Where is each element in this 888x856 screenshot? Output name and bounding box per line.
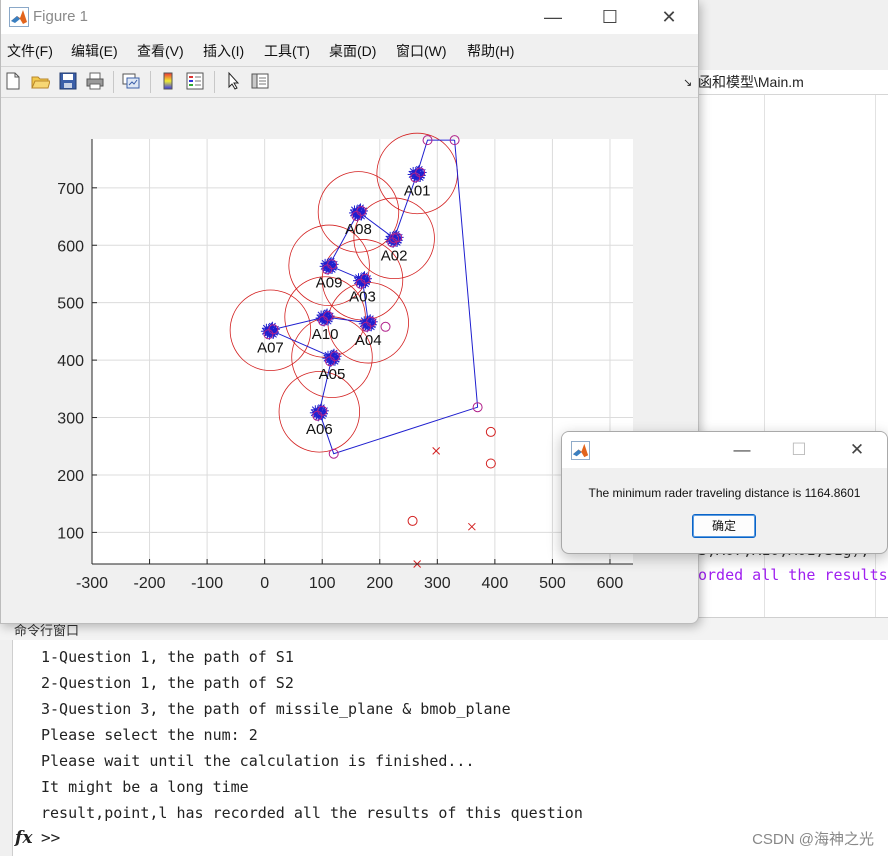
x-tick-label: 600 — [597, 575, 624, 592]
menu-edit[interactable]: 编辑(E) — [71, 41, 118, 61]
close-button[interactable]: ✕ — [647, 4, 691, 30]
dialog-minimize-button[interactable]: — — [722, 438, 762, 462]
dialog-maximize-button: ☐ — [791, 440, 807, 459]
minimize-button[interactable]: — — [531, 4, 575, 30]
editor-path-text: 函和模型\Main.m — [698, 74, 804, 90]
command-output-line: Please select the num: 2 — [41, 726, 258, 744]
plot-background — [92, 139, 633, 564]
x-tick-label: 200 — [366, 575, 393, 592]
edit-plot-arrow-icon[interactable] — [223, 71, 243, 91]
new-figure-icon[interactable] — [3, 71, 23, 91]
x-tick-label: 300 — [424, 575, 451, 592]
menu-file[interactable]: 文件(F) — [7, 41, 53, 61]
result-dialog: — ☐ ✕ The minimum rader traveling distan… — [561, 431, 888, 554]
dialog-message: The minimum rader traveling distance is … — [588, 486, 861, 500]
x-tick-label: 0 — [260, 575, 269, 592]
figure-toolbar — [1, 66, 698, 98]
command-output-line: It might be a long time — [41, 778, 249, 796]
x-tick-label: 100 — [309, 575, 336, 592]
y-tick-label: 100 — [57, 525, 84, 542]
toolbar-separator — [113, 71, 114, 93]
figure-menubar: 文件(F) 编辑(E) 查看(V) 插入(I) 工具(T) 桌面(D) 窗口(W… — [1, 36, 698, 89]
dialog-titlebar[interactable]: — ☐ ✕ — [562, 432, 887, 468]
menu-insert[interactable]: 插入(I) — [203, 41, 244, 61]
target-label: A03 — [349, 289, 376, 306]
command-output-line: 1-Question 1, the path of S1 — [41, 648, 294, 666]
command-output-line: result,point,l has recorded all the resu… — [41, 804, 583, 822]
target-label: A02 — [381, 247, 408, 264]
command-prompt[interactable]: >> — [41, 828, 60, 847]
watermark: CSDN @海神之光 — [752, 831, 874, 848]
toolbar-separator — [150, 71, 151, 93]
save-icon[interactable] — [58, 71, 78, 91]
property-inspector-icon[interactable] — [250, 71, 270, 91]
maximize-button[interactable]: ☐ — [588, 4, 632, 30]
editor-code-line: orded all the results — [698, 566, 888, 584]
target-label: A08 — [345, 221, 372, 238]
link-plot-icon[interactable] — [121, 71, 141, 91]
x-tick-label: 400 — [482, 575, 509, 592]
insert-legend-icon[interactable] — [185, 71, 205, 91]
target-label: A09 — [316, 274, 343, 291]
dialog-close-button[interactable]: ✕ — [837, 438, 877, 462]
menu-help[interactable]: 帮助(H) — [467, 41, 514, 61]
menu-window[interactable]: 窗口(W) — [396, 41, 447, 61]
x-tick-label: -100 — [191, 575, 223, 592]
target-label: A07 — [257, 339, 284, 356]
y-tick-label: 300 — [57, 411, 84, 428]
insert-colorbar-icon[interactable] — [158, 71, 178, 91]
target-label: A10 — [312, 326, 339, 343]
target-label: A01 — [404, 182, 431, 199]
matlab-logo-icon — [9, 7, 29, 27]
menu-tools[interactable]: 工具(T) — [264, 41, 310, 61]
y-tick-label: 200 — [57, 468, 84, 485]
editor-path-bar: 函和模型\Main.m — [698, 70, 888, 95]
target-label: A04 — [355, 332, 382, 349]
target-label: A06 — [306, 421, 333, 438]
grid-lines — [91, 139, 633, 564]
print-icon[interactable] — [85, 71, 105, 91]
menu-view[interactable]: 查看(V) — [137, 41, 184, 61]
menu-desktop[interactable]: 桌面(D) — [329, 41, 376, 61]
matlab-logo-icon — [571, 441, 590, 460]
y-tick-label: 500 — [57, 296, 84, 313]
y-tick-label: 400 — [57, 353, 84, 370]
x-tick-label: -300 — [76, 575, 108, 592]
command-window[interactable]: 1-Question 1, the path of S1 2-Question … — [12, 640, 888, 856]
y-tick-label: 700 — [57, 181, 84, 198]
command-output-line: Please wait until the calculation is fin… — [41, 752, 475, 770]
open-file-icon[interactable] — [30, 71, 50, 91]
y-tick-label: 600 — [57, 238, 84, 255]
figure-title: Figure 1 — [33, 8, 89, 25]
command-output-line: 3-Question 3, the path of missile_plane … — [41, 700, 511, 718]
target-label: A05 — [319, 366, 346, 383]
figure-titlebar[interactable]: Figure 1 — ☐ ✕ — [1, 0, 698, 34]
ok-button[interactable]: 确定 — [692, 514, 756, 538]
function-browser-icon[interactable]: fx — [15, 828, 32, 848]
x-tick-label: 500 — [539, 575, 566, 592]
toolbar-separator — [214, 71, 215, 93]
command-output-line: 2-Question 1, the path of S2 — [41, 674, 294, 692]
x-tick-label: -200 — [134, 575, 166, 592]
